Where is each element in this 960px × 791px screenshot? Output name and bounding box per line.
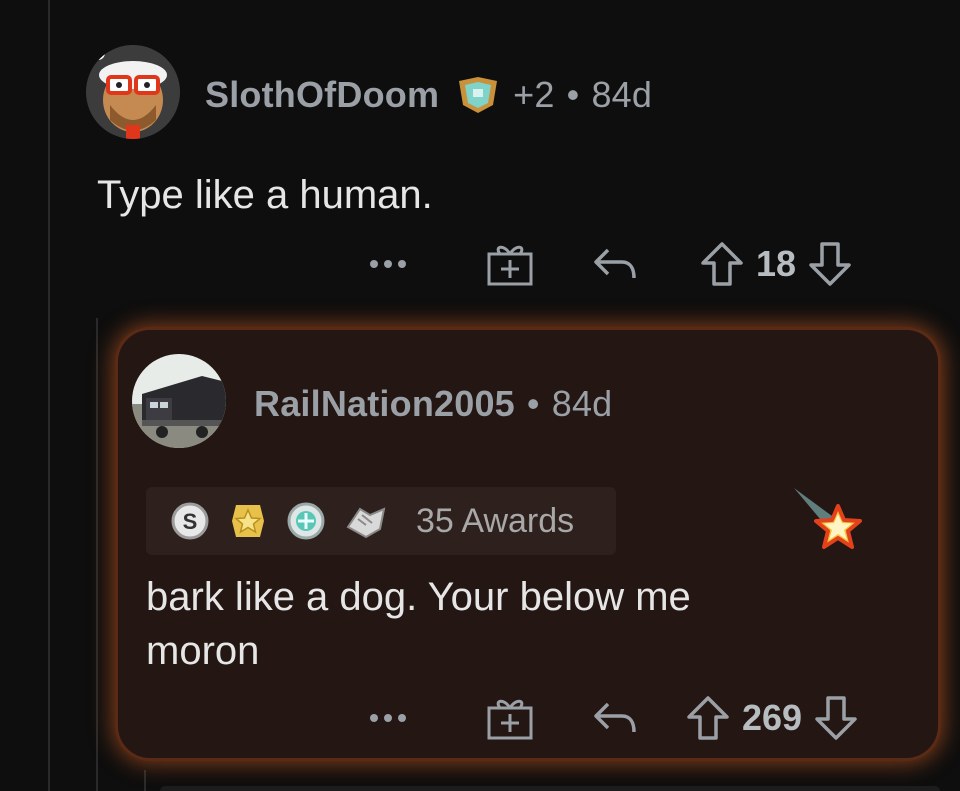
avatar-railnation2005[interactable] <box>132 354 226 448</box>
reply-icon[interactable] <box>592 698 638 738</box>
gift-icon[interactable] <box>486 242 534 286</box>
downvote-icon[interactable] <box>814 695 858 741</box>
gift-icon[interactable] <box>486 696 534 740</box>
awards-count: 35 Awards <box>416 501 575 540</box>
more-icon[interactable] <box>368 713 408 723</box>
comment-age: 84d <box>591 74 653 115</box>
username[interactable]: SlothOfDoom <box>205 74 439 116</box>
downvote-icon[interactable] <box>808 241 852 287</box>
avatar-slothofdoom[interactable] <box>86 45 180 139</box>
comment-body: Type like a human. <box>97 173 433 217</box>
more-icon[interactable] <box>368 259 408 269</box>
achievement-badge-icon[interactable] <box>453 75 503 115</box>
reply-icon[interactable] <box>592 244 638 284</box>
reply-body-line2: moron <box>146 629 260 673</box>
flair-extra: +2 <box>513 74 555 115</box>
gold-award-icon <box>228 501 268 541</box>
svg-text:S: S <box>183 509 198 534</box>
shooting-star-icon <box>792 486 868 561</box>
comment-actions: 18 <box>368 238 852 290</box>
comment-meta: SlothOfDoom +2 • 84d <box>205 74 652 116</box>
thread-line-reply <box>96 318 98 791</box>
next-comment-edge <box>160 786 940 791</box>
thread-line-left <box>48 0 50 791</box>
vote-count: 18 <box>756 243 797 284</box>
reply-username[interactable]: RailNation2005 <box>254 383 515 425</box>
thread-line-child <box>144 770 146 791</box>
separator-dot: • <box>566 74 580 115</box>
reply-actions: 269 <box>368 692 858 744</box>
reply-body-line1: bark like a dog. Your below me <box>146 575 691 619</box>
reply-age: 84d <box>551 383 613 424</box>
silver-award-icon: S <box>170 501 210 541</box>
separator-dot: • <box>526 383 540 424</box>
upvote-icon[interactable] <box>700 241 744 287</box>
reply-meta: RailNation2005 • 84d <box>254 383 612 425</box>
awards-bar[interactable]: S 35 Awards <box>146 487 616 555</box>
vote-count: 269 <box>742 697 803 738</box>
upvote-icon[interactable] <box>686 695 730 741</box>
platinum-award-icon <box>286 501 326 541</box>
handshake-award-icon <box>344 501 386 541</box>
